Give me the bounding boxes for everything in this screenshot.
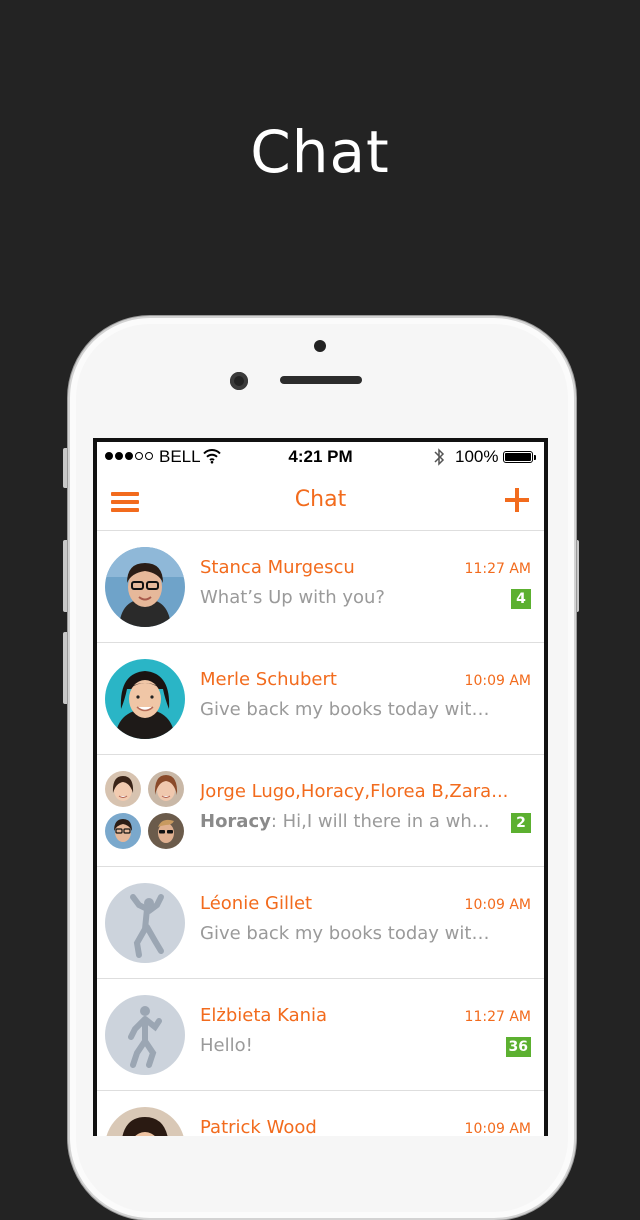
chat-row[interactable]: Léonie Gillet 10:09 AM Give back my book… (97, 867, 544, 979)
chat-time: 11:27 AM (464, 561, 531, 577)
chat-list: Stanca Murgescu 11:27 AM What’s Up with … (97, 531, 544, 1136)
navigation-bar: Chat (97, 474, 544, 531)
chat-row[interactable]: Elżbieta Kania 11:27 AM Hello! 36 (97, 979, 544, 1091)
chat-time: 10:09 AM (464, 1121, 531, 1136)
chat-time: 10:09 AM (464, 673, 531, 689)
chat-preview: Horacy: Hi,I will there in a while... (200, 811, 490, 832)
add-chat-icon[interactable] (505, 488, 529, 512)
group-avatar (105, 813, 141, 849)
group-avatar (148, 813, 184, 849)
status-bar: BELL 4:21 PM 100% (97, 442, 544, 474)
dancing-person-icon (128, 1006, 162, 1068)
avatar-placeholder (105, 883, 185, 963)
unread-badge: 4 (511, 589, 531, 609)
avatar-placeholder (105, 995, 185, 1075)
phone-screen: BELL 4:21 PM 100% Chat Stanca Murgescu 1… (93, 438, 548, 1136)
chat-time: 10:09 AM (464, 897, 531, 913)
chat-preview: Hello! (200, 1035, 253, 1056)
chat-row[interactable]: Stanca Murgescu 11:27 AM What’s Up with … (97, 531, 544, 643)
app-screen: BELL 4:21 PM 100% Chat Stanca Murgescu 1… (97, 442, 544, 1136)
sender-name: Horacy (200, 811, 271, 832)
group-avatar (148, 771, 184, 807)
dancing-person-icon (130, 894, 164, 958)
chat-row[interactable]: Merle Schubert 10:09 AM Give back my boo… (97, 643, 544, 755)
unread-badge: 2 (511, 813, 531, 833)
avatar (105, 547, 185, 627)
chat-preview: Give back my books today with... (200, 923, 490, 944)
nav-title: Chat (294, 487, 347, 512)
chat-time: 11:27 AM (464, 1009, 531, 1025)
chat-name: Patrick Wood (200, 1117, 317, 1136)
unread-badge: 36 (505, 1037, 531, 1057)
battery-tip (534, 455, 536, 460)
battery-percentage: 100% (455, 447, 499, 466)
chat-name: Merle Schubert (200, 669, 337, 690)
chat-name: Elżbieta Kania (200, 1005, 328, 1026)
proximity-sensor (314, 340, 326, 352)
hero-title: Chat (250, 118, 390, 186)
battery-icon (503, 451, 533, 463)
avatar (105, 1107, 185, 1136)
earpiece-speaker (280, 376, 362, 384)
chat-name: Jorge Lugo,Horacy,Florea B,Zara... (200, 781, 509, 802)
chat-row[interactable]: Patrick Wood 10:09 AM (97, 1091, 544, 1136)
chat-preview: Give back my books today with... (200, 699, 490, 720)
chat-name: Stanca Murgescu (200, 557, 355, 578)
chat-name: Léonie Gillet (200, 893, 313, 914)
preview-text: : Hi,I will there in a while... (270, 811, 490, 832)
bluetooth-icon (434, 448, 445, 466)
chat-row-group[interactable]: Jorge Lugo,Horacy,Florea B,Zara... Horac… (97, 755, 544, 867)
avatar (105, 659, 185, 739)
chat-preview: What’s Up with you? (200, 587, 385, 608)
group-avatar (105, 771, 141, 807)
front-camera-icon (230, 372, 248, 390)
